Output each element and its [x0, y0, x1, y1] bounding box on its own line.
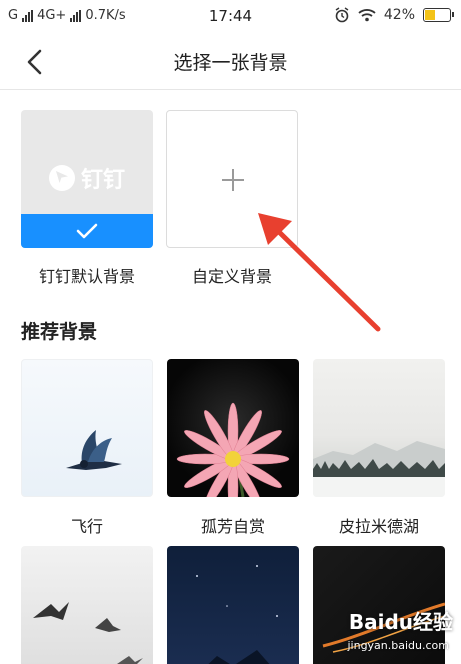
selected-indicator — [21, 214, 153, 248]
thumbnail-label-flower: 孤芳自赏 — [200, 517, 265, 536]
default-background-label: 钉钉默认背景 — [38, 267, 135, 286]
status-bar: G 4G+ 0.7K/s 17:44 42% — [0, 0, 461, 34]
dingtalk-logo-icon — [48, 165, 75, 191]
background-thumbnail-night-sky[interactable] — [167, 546, 299, 664]
background-thumbnail-gulls[interactable] — [21, 546, 153, 664]
watermark-logo: Baidu经验 — [348, 610, 453, 634]
flower-icon — [176, 402, 290, 497]
dingtalk-logo-text: 钉钉 — [80, 168, 125, 193]
mountain-night-icon — [196, 565, 278, 664]
wifi-icon — [358, 9, 376, 22]
dingtalk-logo: 钉钉 — [21, 162, 153, 194]
thumbnail-label-lake: 皮拉米德湖 — [338, 517, 419, 536]
battery-percent: 42% — [383, 7, 415, 23]
battery-level — [425, 10, 436, 20]
alarm-icon — [335, 7, 349, 23]
checkmark-icon — [76, 223, 98, 239]
background-thumbnail-flower[interactable] — [167, 359, 299, 497]
nav-bar: 选择一张背景 — [0, 34, 461, 90]
annotation-arrow-icon — [258, 213, 381, 332]
default-background-tile[interactable]: 钉钉 — [21, 110, 153, 248]
thumbnail-label-flying: 飞行 — [70, 517, 103, 536]
watermark-url: jingyan.baidu.com — [347, 639, 449, 652]
section-title: 推荐背景 — [21, 321, 98, 343]
seagull-icon — [33, 602, 143, 664]
status-bar-right: 42% — [334, 7, 454, 23]
plus-icon — [222, 169, 244, 191]
bird-icon — [66, 430, 122, 470]
battery-icon — [423, 8, 454, 22]
background-thumbnail-lake[interactable] — [313, 359, 445, 497]
mountain-lake-icon — [313, 441, 445, 497]
background-thumbnail-flying[interactable] — [21, 359, 153, 497]
page-title: 选择一张背景 — [173, 52, 288, 74]
